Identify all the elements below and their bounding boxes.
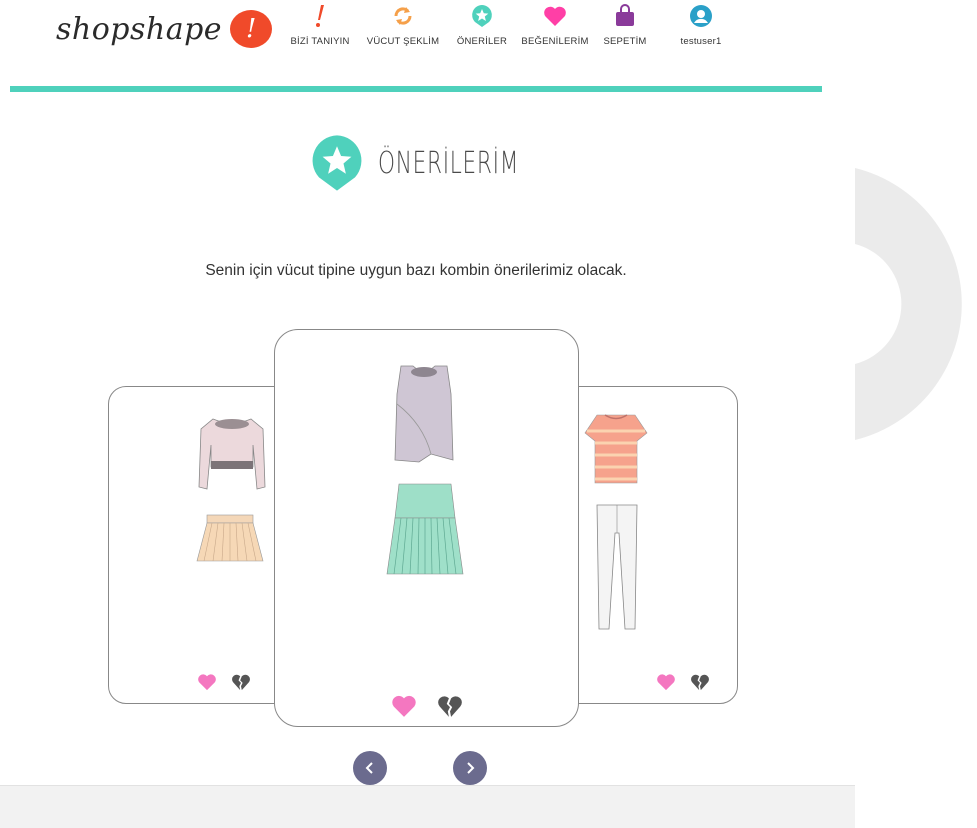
pleated-skirt-image — [196, 514, 264, 562]
dislike-broken-heart-icon[interactable] — [690, 673, 710, 691]
user-icon — [690, 5, 712, 27]
page-title: ÖNERİLERİM — [308, 133, 574, 193]
nav-label: BİZİ TANIYIN — [290, 36, 350, 47]
nav-label: ÖNERİLER — [456, 36, 508, 47]
nav-item-user[interactable]: testuser1 — [656, 4, 746, 50]
nav-item-cart[interactable]: SEPETİM — [594, 4, 656, 50]
main-nav: BİZİ TANIYIN VÜCUT ŞEKLİM ÖNERİLER BEĞEN… — [282, 4, 746, 50]
carousel-prev-button[interactable] — [353, 751, 387, 785]
dislike-broken-heart-icon[interactable] — [231, 673, 251, 691]
striped-tee-image — [584, 414, 648, 484]
brand-name: shopshape — [56, 11, 223, 47]
wrap-tank-image — [394, 365, 454, 463]
nav-item-about[interactable]: BİZİ TANIYIN — [282, 4, 358, 50]
brand-badge: ! — [230, 10, 273, 48]
like-heart-icon[interactable] — [391, 694, 417, 718]
cropped-sweater-image — [198, 418, 266, 490]
star-badge-icon — [312, 135, 362, 191]
dislike-broken-heart-icon[interactable] — [437, 694, 463, 718]
exclamation-icon — [316, 5, 324, 27]
nav-label: testuser1 — [680, 36, 722, 47]
nav-label: SEPETİM — [603, 36, 647, 47]
footer — [0, 785, 855, 828]
card-actions — [583, 673, 783, 691]
heart-icon — [544, 6, 566, 27]
nav-label: BEĞENİLERİM — [521, 36, 589, 47]
star-badge-icon — [472, 5, 492, 27]
nav-item-recommendations[interactable]: ÖNERİLER — [448, 4, 516, 50]
decorative-arc — [855, 168, 962, 440]
chevron-right-icon — [467, 762, 475, 774]
drop-waist-skirt-image — [386, 483, 464, 575]
like-heart-icon[interactable] — [656, 673, 676, 691]
header-divider — [10, 86, 822, 92]
nav-item-body-shape[interactable]: VÜCUT ŞEKLİM — [358, 4, 448, 50]
shopping-bag-icon — [616, 4, 634, 26]
nav-item-likes[interactable]: BEĞENİLERİM — [516, 4, 594, 50]
card-actions — [275, 694, 578, 718]
carousel-next-button[interactable] — [453, 751, 487, 785]
nav-label: VÜCUT ŞEKLİM — [366, 36, 440, 47]
brand-logo[interactable]: shopshape ! — [56, 8, 273, 50]
chevron-left-icon — [365, 762, 373, 774]
page-title-text: ÖNERİLERİM — [378, 145, 520, 181]
outfit-card-center[interactable] — [274, 329, 579, 727]
like-heart-icon[interactable] — [197, 673, 217, 691]
page-subtitle: Senin için vücut tipine uygun bazı kombi… — [205, 262, 627, 279]
refresh-icon — [394, 7, 412, 25]
white-pants-image — [596, 504, 638, 630]
